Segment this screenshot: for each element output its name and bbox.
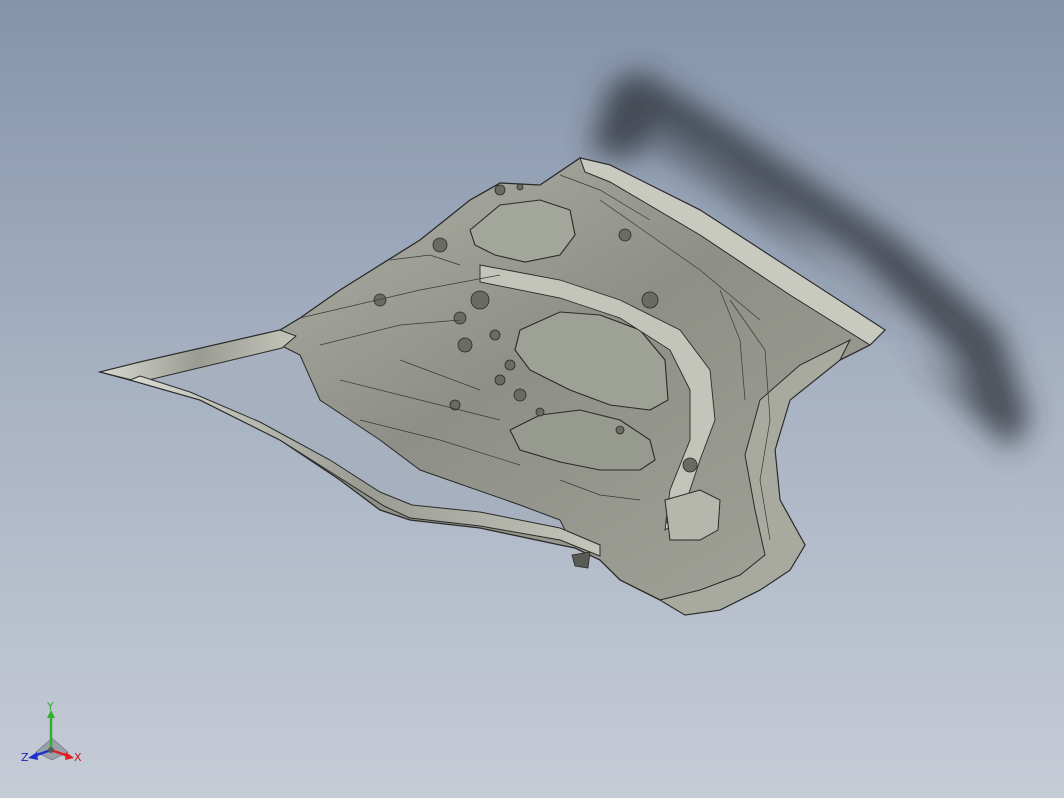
hinge-bracket [664, 489, 721, 541]
z-axis-label: Z [21, 751, 29, 764]
model-view[interactable] [0, 0, 1064, 798]
y-axis-label: Y [46, 700, 54, 713]
graphics-viewport[interactable]: Y X Z [0, 0, 1064, 798]
door-inner-panel[interactable] [97, 157, 887, 616]
x-axis-label: X [74, 751, 82, 764]
frame-tab [571, 551, 591, 569]
orientation-triad[interactable]: Y X Z [18, 700, 88, 770]
